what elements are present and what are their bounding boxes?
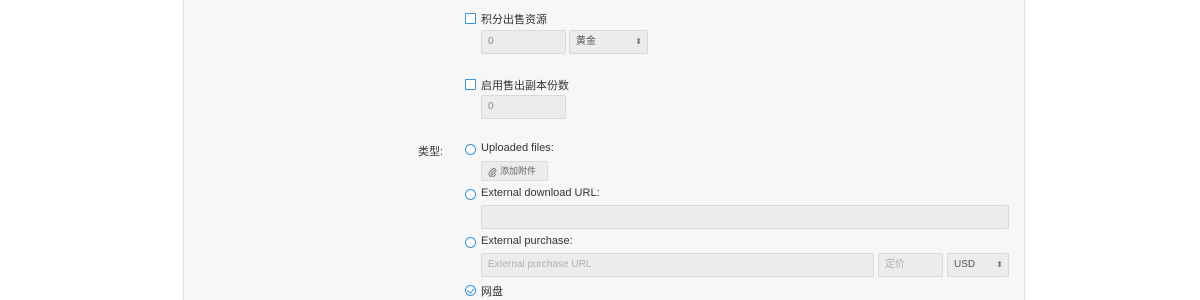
select-arrows-icon: ⬍ [635, 37, 642, 46]
price-currency-select[interactable]: USD ⬍ [947, 253, 1009, 277]
copies-sale-checkbox[interactable] [465, 79, 476, 90]
uploaded-files-radio[interactable] [465, 144, 476, 155]
external-download-label: External download URL: [481, 187, 600, 199]
uploaded-files-label: Uploaded files: [481, 142, 554, 154]
select-arrows-icon: ⬍ [996, 260, 1003, 269]
points-sale-checkbox[interactable] [465, 13, 476, 24]
external-purchase-label: External purchase: [481, 235, 573, 247]
currency-select[interactable]: 黄金 ⬍ [569, 30, 648, 54]
paperclip-icon [488, 167, 497, 177]
purchase-url-input[interactable]: External purchase URL [481, 253, 874, 277]
price-input[interactable]: 定价 [878, 253, 943, 277]
external-purchase-radio[interactable] [465, 237, 476, 248]
netdisk-label: 网盘 [481, 286, 503, 298]
netdisk-radio[interactable] [465, 285, 476, 296]
price-currency-value: USD [954, 259, 976, 270]
external-download-url-input[interactable] [481, 205, 1009, 229]
type-label: 类型: [418, 146, 444, 158]
copies-count-input[interactable]: 0 [481, 95, 566, 119]
points-amount-input[interactable]: 0 [481, 30, 566, 54]
currency-select-value: 黄金 [576, 36, 596, 47]
external-download-radio[interactable] [465, 189, 476, 200]
points-sale-label: 积分出售资源 [481, 14, 547, 26]
copies-sale-label: 启用售出副本份数 [481, 80, 569, 92]
add-attachment-label: 添加附件 [500, 166, 537, 176]
add-attachment-button[interactable]: 添加附件 [481, 161, 548, 181]
